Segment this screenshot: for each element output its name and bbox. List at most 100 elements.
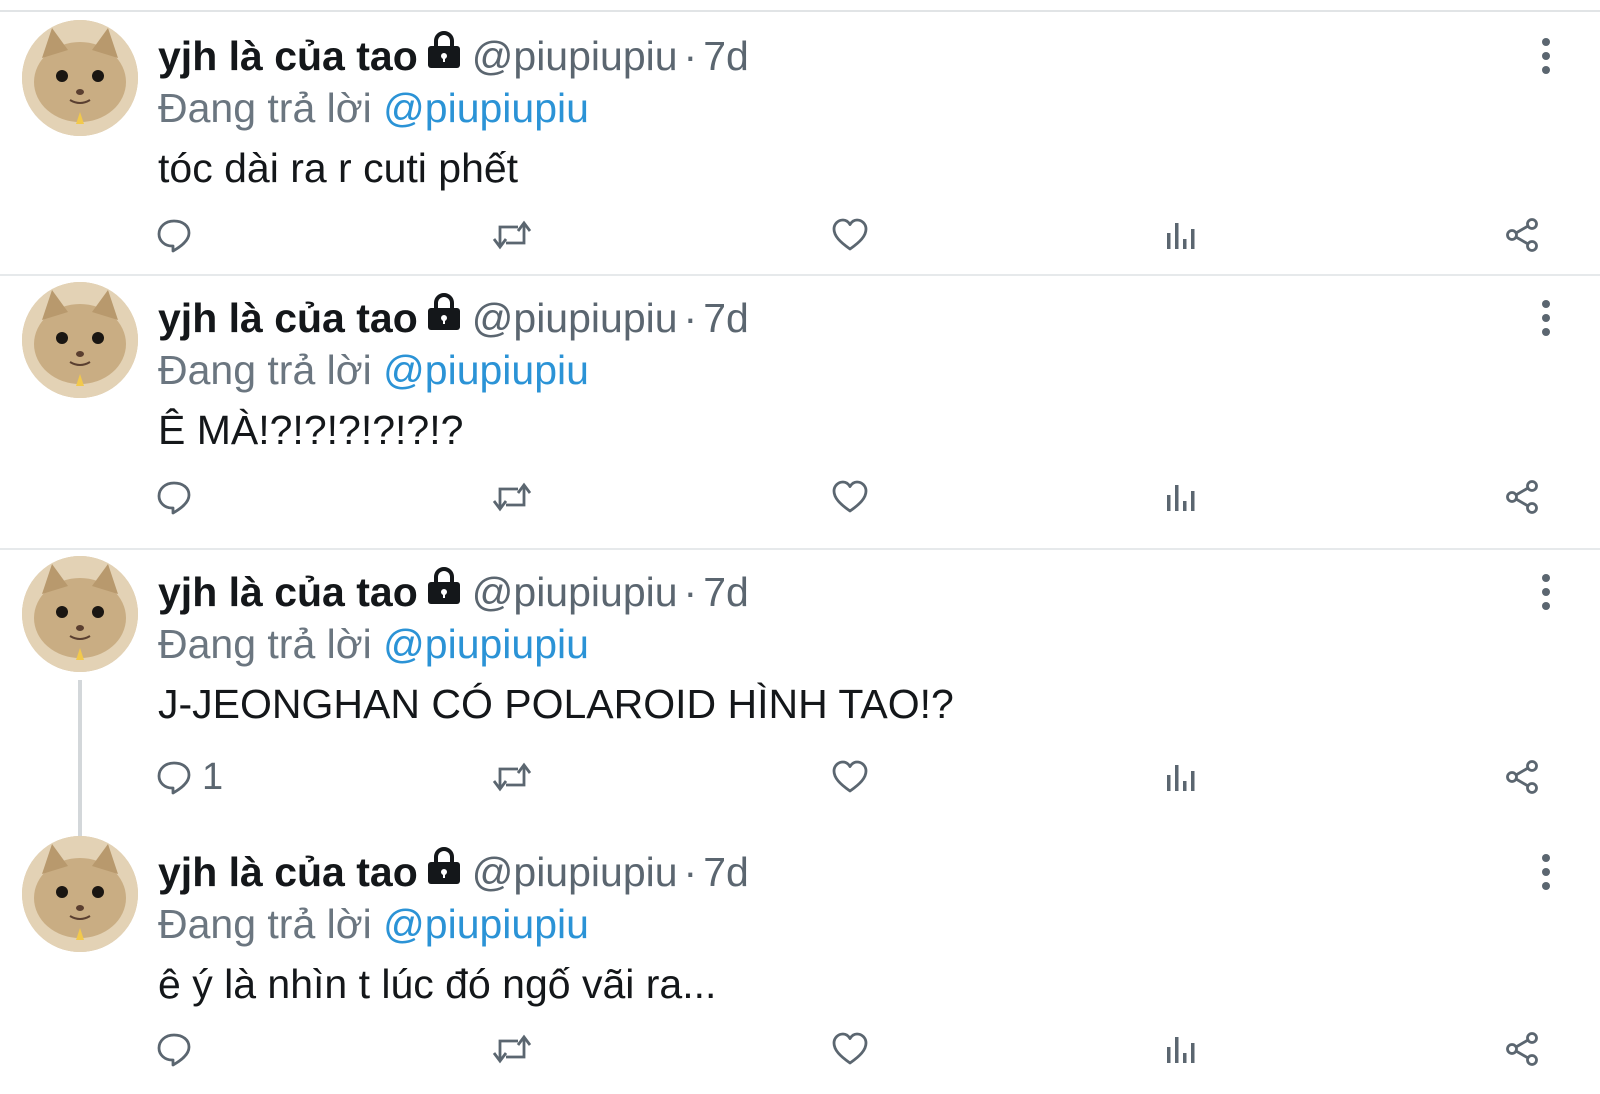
avatar[interactable] bbox=[22, 20, 138, 136]
action-bar bbox=[0, 210, 1600, 260]
retweet-button[interactable] bbox=[492, 752, 532, 802]
tweet-text: Ê MÀ!?!?!?!?!?!? bbox=[158, 407, 464, 453]
tweet-header: yjh là của tao @piupiupiu · 7d bbox=[158, 564, 749, 620]
timestamp[interactable]: 7d bbox=[703, 569, 749, 615]
handle[interactable]: @piupiupiu bbox=[472, 295, 678, 341]
tweet-header: yjh là của tao @piupiupiu · 7d bbox=[158, 844, 749, 900]
timestamp[interactable]: 7d bbox=[703, 33, 749, 79]
reply-prefix: Đang trả lời bbox=[158, 347, 372, 393]
tweet-text: tóc dài ra r cuti phết bbox=[158, 145, 519, 191]
reply-count: 1 bbox=[202, 755, 224, 798]
reply-prefix: Đang trả lời bbox=[158, 85, 372, 131]
separator-dot: · bbox=[683, 849, 698, 895]
like-button[interactable] bbox=[832, 752, 868, 802]
retweet-icon bbox=[492, 1034, 532, 1064]
share-button[interactable] bbox=[1504, 1024, 1540, 1074]
avatar[interactable] bbox=[22, 556, 138, 672]
heart-icon bbox=[832, 1032, 868, 1065]
retweet-icon bbox=[492, 482, 532, 512]
analytics-icon bbox=[1167, 485, 1195, 511]
retweet-icon bbox=[492, 762, 532, 792]
lock-icon bbox=[424, 843, 464, 899]
retweet-icon bbox=[492, 220, 532, 250]
timestamp[interactable]: 7d bbox=[703, 849, 749, 895]
share-icon bbox=[1506, 218, 1538, 252]
more-vertical-icon[interactable] bbox=[1540, 38, 1552, 82]
cat-avatar-image bbox=[22, 282, 138, 398]
share-icon bbox=[1506, 480, 1538, 514]
share-button[interactable] bbox=[1504, 210, 1540, 260]
reply-mention-link[interactable]: @piupiupiu bbox=[383, 901, 589, 947]
reply-mention-link[interactable]: @piupiupiu bbox=[383, 347, 589, 393]
reply-mention-link[interactable]: @piupiupiu bbox=[383, 621, 589, 667]
top-divider bbox=[0, 10, 1600, 12]
like-button[interactable] bbox=[832, 472, 868, 522]
analytics-icon bbox=[1167, 1037, 1195, 1063]
replying-to: Đang trả lời @piupiupiu bbox=[158, 616, 589, 672]
analytics-icon bbox=[1167, 765, 1195, 791]
reply-button[interactable] bbox=[156, 210, 202, 260]
analytics-button[interactable] bbox=[1166, 472, 1196, 522]
timestamp[interactable]: 7d bbox=[703, 295, 749, 341]
separator-dot: · bbox=[683, 295, 698, 341]
cat-avatar-image bbox=[22, 556, 138, 672]
tweet-header: yjh là của tao @piupiupiu · 7d bbox=[158, 28, 749, 84]
cat-avatar-image bbox=[22, 20, 138, 136]
retweet-button[interactable] bbox=[492, 472, 532, 522]
retweet-button[interactable] bbox=[492, 210, 532, 260]
like-button[interactable] bbox=[832, 210, 868, 260]
reply-mention-link[interactable]: @piupiupiu bbox=[383, 85, 589, 131]
tweet-1[interactable]: yjh là của tao @piupiupiu · 7d Đang trả lời… bbox=[0, 276, 1600, 550]
lock-icon bbox=[424, 27, 464, 83]
retweet-button[interactable] bbox=[492, 1024, 532, 1074]
more-vertical-icon[interactable] bbox=[1540, 300, 1552, 344]
share-icon bbox=[1506, 1032, 1538, 1066]
handle[interactable]: @piupiupiu bbox=[472, 569, 678, 615]
like-button[interactable] bbox=[832, 1024, 868, 1074]
heart-icon bbox=[832, 480, 868, 513]
action-bar: 1 bbox=[0, 752, 1600, 802]
heart-icon bbox=[832, 218, 868, 251]
separator-dot: · bbox=[683, 33, 698, 79]
replying-to: Đang trả lời @piupiupiu bbox=[158, 80, 589, 136]
share-icon bbox=[1506, 760, 1538, 794]
analytics-button[interactable] bbox=[1166, 210, 1196, 260]
avatar[interactable] bbox=[22, 836, 138, 952]
handle[interactable]: @piupiupiu bbox=[472, 849, 678, 895]
separator-dot: · bbox=[683, 569, 698, 615]
more-vertical-icon[interactable] bbox=[1540, 854, 1552, 898]
more-vertical-icon[interactable] bbox=[1540, 574, 1552, 618]
action-bar bbox=[0, 1024, 1600, 1074]
cat-avatar-image bbox=[22, 836, 138, 952]
replying-to: Đang trả lời @piupiupiu bbox=[158, 896, 589, 952]
replying-to: Đang trả lời @piupiupiu bbox=[158, 342, 589, 398]
reply-bubble-icon bbox=[157, 481, 191, 515]
tweet-2[interactable]: yjh là của tao @piupiupiu · 7d Đang trả lời… bbox=[0, 550, 1600, 828]
lock-icon bbox=[424, 289, 464, 345]
share-button[interactable] bbox=[1504, 752, 1540, 802]
tweet-text: J-JEONGHAN CÓ POLAROID HÌNH TAO!? bbox=[158, 681, 954, 727]
analytics-icon bbox=[1167, 223, 1195, 249]
lock-icon bbox=[424, 563, 464, 619]
analytics-button[interactable] bbox=[1166, 752, 1196, 802]
reply-button[interactable] bbox=[156, 472, 202, 522]
display-name[interactable]: yjh là của tao bbox=[158, 849, 418, 895]
analytics-button[interactable] bbox=[1166, 1024, 1196, 1074]
heart-icon bbox=[832, 760, 868, 793]
display-name[interactable]: yjh là của tao bbox=[158, 569, 418, 615]
display-name[interactable]: yjh là của tao bbox=[158, 33, 418, 79]
reply-prefix: Đang trả lời bbox=[158, 621, 372, 667]
tweet-text: ê ý là nhìn t lúc đó ngố vãi ra... bbox=[158, 961, 717, 1007]
tweet-3[interactable]: yjh là của tao @piupiupiu · 7d Đang trả lời… bbox=[0, 830, 1600, 1094]
share-button[interactable] bbox=[1504, 472, 1540, 522]
reply-button[interactable] bbox=[156, 1024, 202, 1074]
tweet-0[interactable]: yjh là của tao @piupiupiu · 7d Đang trả lời… bbox=[0, 14, 1600, 276]
display-name[interactable]: yjh là của tao bbox=[158, 295, 418, 341]
handle[interactable]: @piupiupiu bbox=[472, 33, 678, 79]
reply-bubble-icon bbox=[157, 761, 191, 795]
reply-button[interactable]: 1 bbox=[156, 752, 223, 802]
avatar[interactable] bbox=[22, 282, 138, 398]
reply-bubble-icon bbox=[157, 1033, 191, 1067]
action-bar bbox=[0, 472, 1600, 522]
tweet-header: yjh là của tao @piupiupiu · 7d bbox=[158, 290, 749, 346]
